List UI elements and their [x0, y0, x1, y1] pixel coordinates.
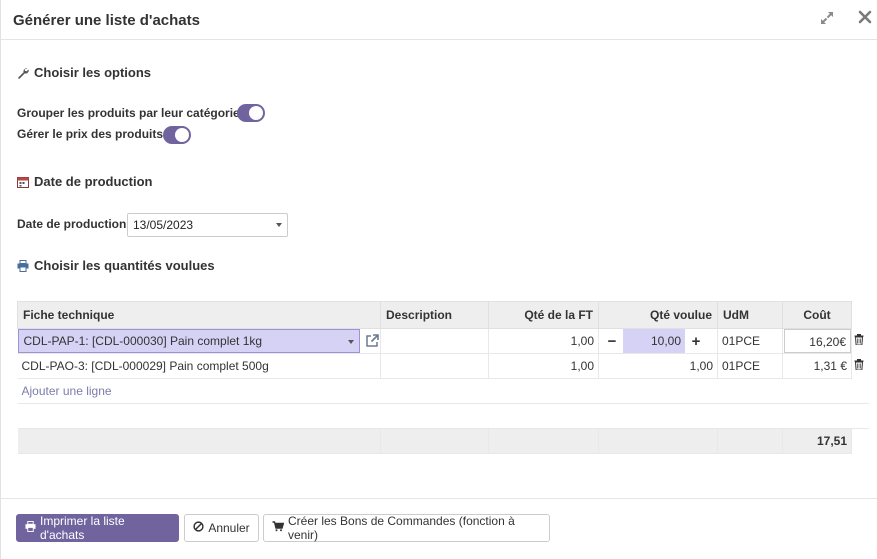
- close-icon[interactable]: [856, 10, 874, 28]
- empty-cell: [17, 403, 869, 429]
- footer-cell: [717, 428, 783, 454]
- cost-input[interactable]: 16,20€: [784, 329, 851, 353]
- sheet-cell[interactable]: CDL-PAP-1: [CDL-000030] Pain complet 1kg: [17, 328, 381, 354]
- dialog-header: Générer une liste d'achats: [1, 0, 877, 40]
- add-line-row: Ajouter une ligne: [17, 378, 869, 404]
- uom-cell[interactable]: 01PCE: [717, 353, 783, 379]
- footer-cell: [852, 429, 869, 454]
- print-list-button[interactable]: Imprimer la liste d'achats: [16, 514, 179, 542]
- production-section-label: Date de production: [34, 174, 153, 189]
- cancel-label: Annuler: [208, 521, 250, 535]
- table-row[interactable]: CDL-PAP-1: [CDL-000030] Pain complet 1kg…: [17, 328, 869, 354]
- uom-cell[interactable]: 01PCE: [717, 328, 783, 354]
- add-line-link[interactable]: Ajouter une ligne: [22, 384, 112, 398]
- ban-icon: [193, 521, 204, 535]
- production-date-value: 13/05/2023: [133, 218, 194, 232]
- empty-row: [17, 403, 869, 429]
- options-section-label: Choisir les options: [34, 65, 152, 80]
- create-orders-label: Créer les Bons de Commandes (fonction à …: [288, 514, 515, 542]
- manage-prices-label: Gérer le prix des produits: [17, 127, 164, 141]
- column-header-wanted-qty[interactable]: Qté voulue: [598, 301, 718, 329]
- cost-cell[interactable]: 1,31 €: [782, 353, 852, 379]
- cart-icon: [272, 521, 285, 535]
- sheet-select-value: CDL-PAP-1: [CDL-000030] Pain complet 1kg: [23, 334, 263, 348]
- column-header-ft-qty[interactable]: Qté de la FT: [488, 301, 599, 329]
- wanted-qty-cell[interactable]: 1,00: [598, 353, 718, 379]
- footer-cell: [380, 428, 489, 454]
- ft-qty-cell[interactable]: 1,00: [488, 328, 599, 354]
- sheet-select[interactable]: CDL-PAP-1: [CDL-000030] Pain complet 1kg: [17, 329, 360, 353]
- manage-prices-toggle[interactable]: [163, 126, 191, 144]
- total-cost: 17,51: [782, 428, 852, 454]
- column-header-cost[interactable]: Coût: [782, 301, 852, 329]
- description-cell[interactable]: [380, 328, 489, 354]
- wanted-qty-cell[interactable]: −10,00 +: [598, 328, 718, 354]
- quantities-section-title: Choisir les quantités voulues: [17, 258, 215, 273]
- wanted-qty-input[interactable]: 10,00: [623, 329, 685, 353]
- print-list-label: Imprimer la liste d'achats: [40, 514, 125, 542]
- delete-cell: [852, 354, 869, 379]
- column-header-sheet[interactable]: Fiche technique: [17, 301, 381, 329]
- dialog-title: Générer une liste d'achats: [13, 12, 200, 29]
- column-header-actions: [851, 301, 869, 329]
- expand-icon[interactable]: [818, 10, 836, 28]
- add-line-cell: Ajouter une ligne: [17, 378, 869, 404]
- create-orders-button[interactable]: Créer les Bons de Commandes (fonction à …: [263, 514, 550, 542]
- group-by-category-toggle[interactable]: [237, 104, 265, 122]
- quantities-table: Fiche technique Description Qté de la FT…: [17, 301, 869, 454]
- production-section-title: Date de production: [17, 174, 152, 189]
- footer-cell: [598, 428, 718, 454]
- footer-cell: [488, 428, 599, 454]
- table-footer-row: 17,51: [17, 428, 869, 454]
- production-date-label: Date de production: [17, 217, 127, 231]
- printer-icon: [25, 521, 36, 535]
- column-header-description[interactable]: Description: [380, 301, 489, 329]
- options-section-title: Choisir les options: [17, 65, 151, 80]
- group-by-category-label: Grouper les produits par leur catégorie: [17, 106, 240, 120]
- calendar-icon: [17, 176, 29, 188]
- chevron-down-icon: [347, 340, 354, 344]
- cost-cell[interactable]: 16,20€: [782, 328, 852, 354]
- trash-icon[interactable]: [854, 334, 864, 348]
- footer-cell: [17, 428, 381, 454]
- ft-qty-cell[interactable]: 1,00: [488, 353, 599, 379]
- purchase-list-dialog: Générer une liste d'achats Choisir les o…: [0, 0, 877, 559]
- external-link-icon[interactable]: [364, 333, 380, 349]
- column-header-uom[interactable]: UdM: [717, 301, 783, 329]
- sheet-cell[interactable]: CDL-PAO-3: [CDL-000029] Pain complet 500…: [17, 353, 381, 379]
- description-cell[interactable]: [380, 353, 489, 379]
- table-header-row: Fiche technique Description Qté de la FT…: [17, 301, 869, 329]
- cancel-button[interactable]: Annuler: [184, 514, 259, 542]
- quantities-section-label: Choisir les quantités voulues: [34, 258, 215, 273]
- delete-cell: [852, 329, 869, 354]
- table-row[interactable]: CDL-PAO-3: [CDL-000029] Pain complet 500…: [17, 353, 869, 379]
- trash-icon[interactable]: [854, 359, 864, 373]
- minus-icon[interactable]: −: [601, 333, 623, 350]
- wrench-icon: [17, 67, 29, 79]
- production-date-input[interactable]: 13/05/2023: [127, 213, 288, 237]
- chevron-down-icon: [276, 223, 282, 227]
- plus-icon[interactable]: +: [685, 333, 707, 350]
- printer-icon: [17, 259, 29, 272]
